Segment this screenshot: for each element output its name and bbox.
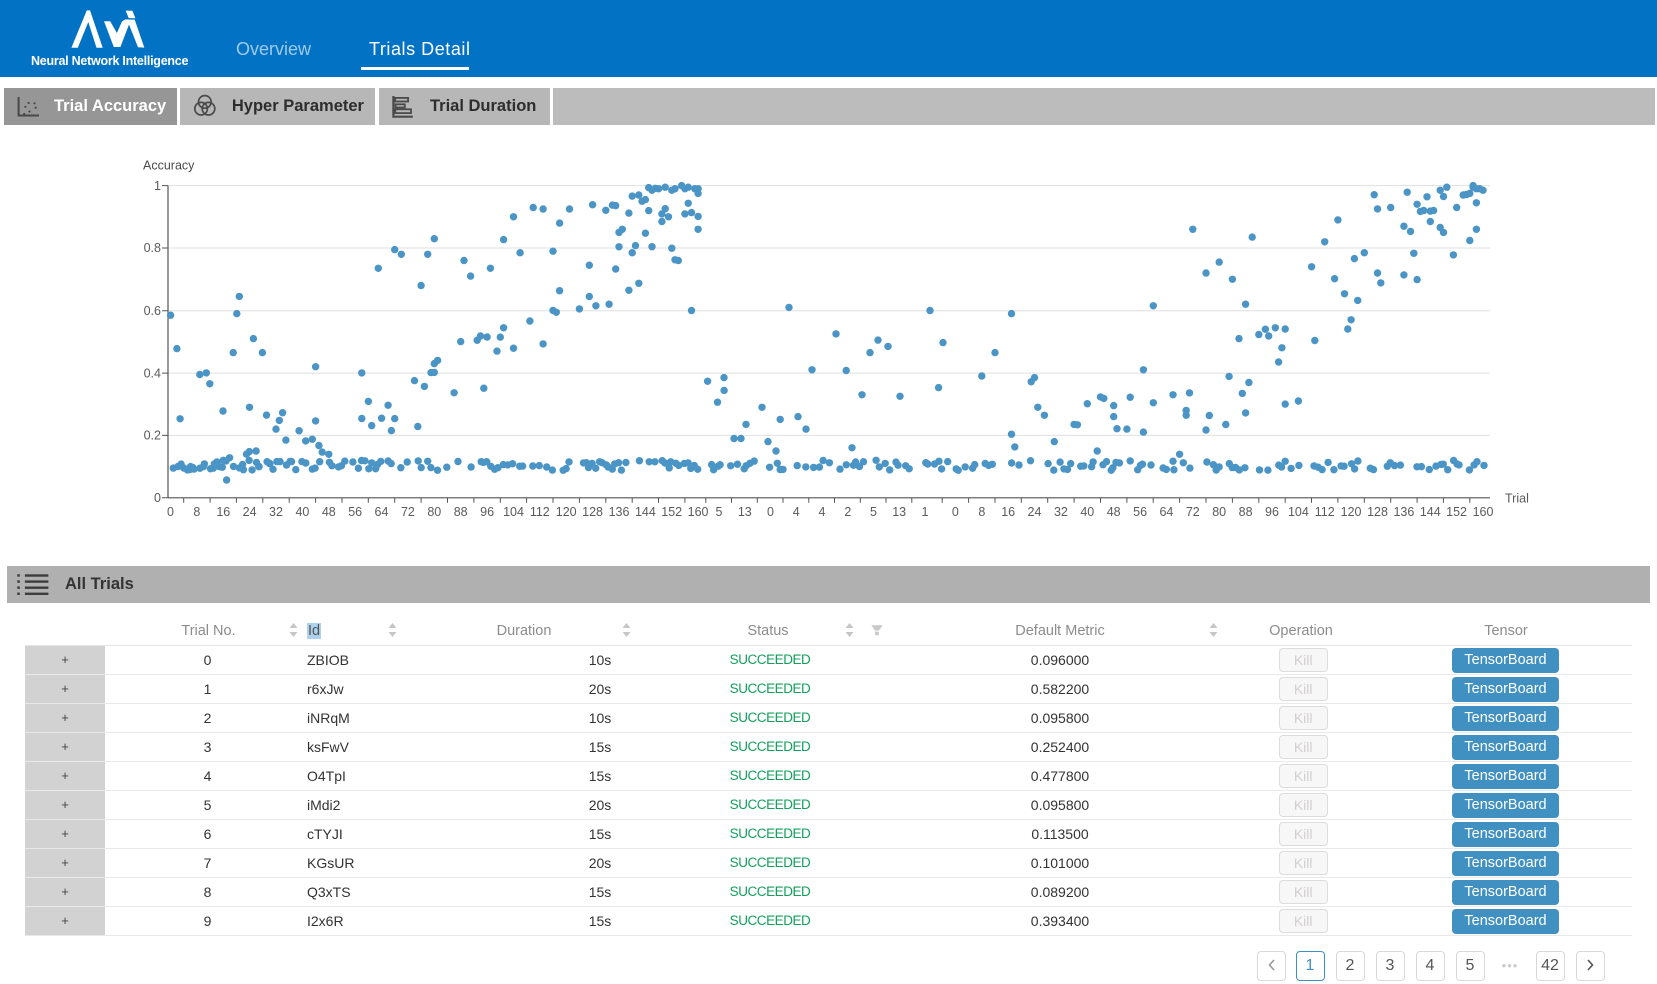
svg-text:2: 2	[844, 505, 851, 519]
svg-text:128: 128	[1367, 505, 1388, 519]
svg-text:1: 1	[922, 505, 929, 519]
svg-text:0.4: 0.4	[144, 366, 161, 380]
svg-text:112: 112	[530, 505, 550, 519]
svg-text:128: 128	[582, 505, 603, 519]
svg-text:0.6: 0.6	[144, 304, 161, 318]
svg-text:144: 144	[1420, 505, 1441, 519]
svg-text:0: 0	[154, 491, 161, 505]
svg-text:8: 8	[193, 505, 200, 519]
svg-text:32: 32	[269, 505, 283, 519]
svg-text:152: 152	[661, 505, 682, 519]
svg-text:96: 96	[1265, 505, 1279, 519]
svg-text:24: 24	[1028, 505, 1042, 519]
svg-text:0: 0	[167, 505, 174, 519]
svg-text:144: 144	[635, 505, 656, 519]
svg-text:152: 152	[1446, 505, 1467, 519]
svg-text:88: 88	[454, 505, 468, 519]
svg-text:8: 8	[978, 505, 985, 519]
svg-text:5: 5	[716, 505, 723, 519]
svg-text:160: 160	[688, 505, 709, 519]
svg-text:4: 4	[793, 505, 800, 519]
svg-text:5: 5	[870, 505, 877, 519]
svg-text:96: 96	[480, 505, 494, 519]
svg-text:80: 80	[1212, 505, 1226, 519]
svg-text:13: 13	[738, 505, 752, 519]
svg-text:32: 32	[1054, 505, 1068, 519]
svg-text:136: 136	[609, 505, 630, 519]
svg-text:0: 0	[767, 505, 774, 519]
svg-text:24: 24	[243, 505, 257, 519]
svg-text:120: 120	[556, 505, 577, 519]
svg-text:0: 0	[952, 505, 959, 519]
svg-text:64: 64	[375, 505, 389, 519]
svg-text:Trial: Trial	[1505, 491, 1529, 505]
svg-text:112: 112	[1315, 505, 1335, 519]
svg-text:80: 80	[427, 505, 441, 519]
svg-text:72: 72	[1186, 505, 1200, 519]
svg-text:4: 4	[819, 505, 826, 519]
svg-text:160: 160	[1473, 505, 1494, 519]
svg-text:40: 40	[295, 505, 309, 519]
svg-text:104: 104	[1288, 505, 1309, 519]
svg-text:56: 56	[1133, 505, 1147, 519]
svg-text:13: 13	[892, 505, 906, 519]
svg-text:72: 72	[401, 505, 415, 519]
svg-text:0.2: 0.2	[144, 429, 161, 443]
svg-text:40: 40	[1080, 505, 1094, 519]
svg-text:48: 48	[322, 505, 336, 519]
svg-text:136: 136	[1393, 505, 1414, 519]
svg-text:48: 48	[1107, 505, 1121, 519]
svg-text:16: 16	[1001, 505, 1015, 519]
svg-text:104: 104	[503, 505, 524, 519]
svg-text:16: 16	[216, 505, 230, 519]
svg-text:56: 56	[348, 505, 362, 519]
svg-text:0.8: 0.8	[144, 241, 161, 255]
svg-text:1: 1	[154, 179, 161, 193]
svg-text:Accuracy: Accuracy	[143, 159, 195, 173]
svg-text:120: 120	[1341, 505, 1362, 519]
svg-text:88: 88	[1239, 505, 1253, 519]
svg-text:64: 64	[1159, 505, 1173, 519]
